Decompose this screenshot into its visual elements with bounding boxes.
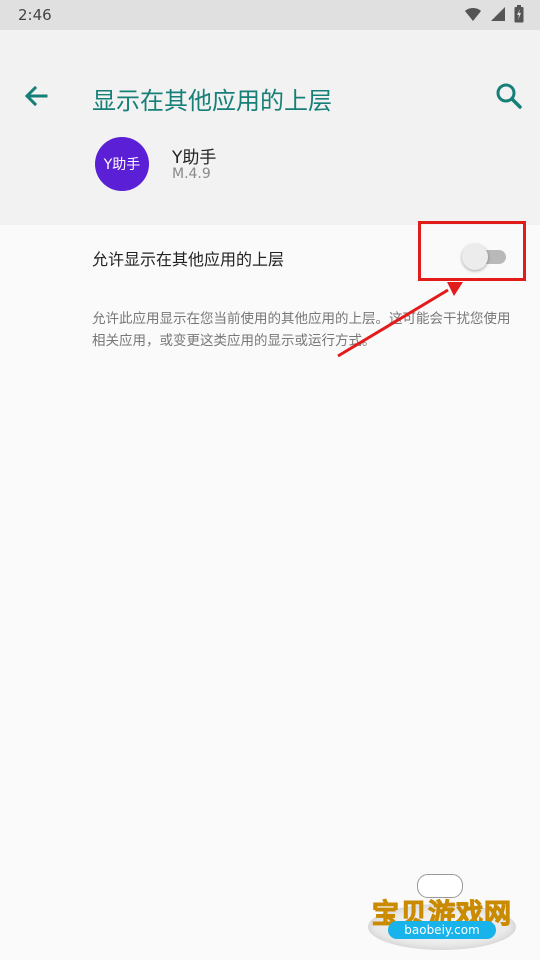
search-icon[interactable] <box>494 81 524 111</box>
status-icons <box>464 5 524 23</box>
app-header: 显示在其他应用的上层 <box>0 30 540 225</box>
watermark-url: baobeiy.com <box>388 921 496 939</box>
status-bar: 2:46 <box>0 0 540 30</box>
status-time: 2:46 <box>18 6 52 24</box>
highlight-box <box>418 221 526 281</box>
back-arrow-icon[interactable] <box>22 82 50 110</box>
page-title: 显示在其他应用的上层 <box>92 87 332 115</box>
setting-description: 允许此应用显示在您当前使用的其他应用的上层。这可能会干扰您使用相关应用，或变更这… <box>92 311 511 349</box>
app-icon: Y助手 <box>95 137 149 191</box>
watermark-logo: 宝贝游戏网 baobeiy.com <box>360 870 520 960</box>
battery-icon <box>514 5 524 23</box>
app-icon-label: Y助手 <box>103 157 141 173</box>
app-version: M.4.9 <box>172 166 211 182</box>
overlay-permission-label[interactable]: 允许显示在其他应用的上层 <box>92 246 284 270</box>
wifi-icon <box>465 8 481 21</box>
app-name: Y助手 <box>172 148 217 168</box>
signal-icon <box>491 7 505 21</box>
